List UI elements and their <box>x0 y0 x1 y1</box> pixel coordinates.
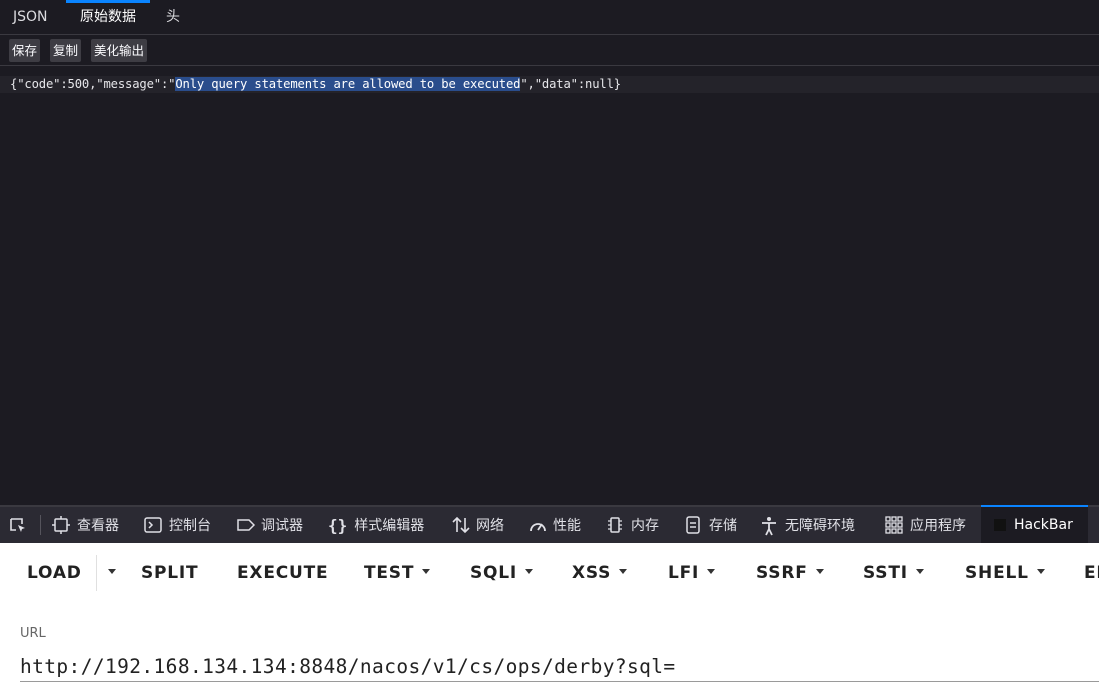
chevron-down-icon <box>619 568 628 574</box>
test-menu[interactable]: TEST <box>364 543 431 603</box>
ssti-menu[interactable]: SSTI <box>863 543 924 603</box>
tab-memory-label: 内存 <box>631 518 659 534</box>
xss-menu-label: XSS <box>572 563 612 583</box>
tab-storage-label: 存储 <box>709 518 737 534</box>
tab-inspector[interactable]: 查看器 <box>52 507 119 543</box>
chevron-down-icon <box>525 568 534 574</box>
execute-button[interactable]: EXECUTE <box>237 543 328 603</box>
encoding-menu[interactable]: EN <box>1084 543 1099 603</box>
chevron-down-icon <box>707 568 716 574</box>
raw-text-after: ","data":null} <box>520 77 621 91</box>
copy-button[interactable]: 复制 <box>50 39 82 62</box>
save-button[interactable]: 保存 <box>9 39 41 62</box>
tab-application-label: 应用程序 <box>910 518 966 534</box>
tab-performance[interactable]: 性能 <box>528 507 581 543</box>
xss-menu[interactable]: XSS <box>572 543 628 603</box>
tab-network[interactable]: 网络 <box>451 507 504 543</box>
grid-icon <box>885 516 903 534</box>
element-picker-icon <box>8 516 26 534</box>
tab-style-editor-label: 样式编辑器 <box>354 518 425 534</box>
element-picker-button[interactable] <box>8 507 34 543</box>
inspector-icon <box>52 516 70 534</box>
viewer-tab-bar: JSON 原始数据 头 <box>0 0 1099 35</box>
tab-accessibility-label: 无障碍环境 <box>785 518 855 534</box>
raw-text-selection: Only query statements are allowed to be … <box>175 77 521 91</box>
load-options-dropdown[interactable] <box>100 543 116 603</box>
tab-application[interactable]: 应用程序 <box>885 507 966 543</box>
raw-response-line: {"code":500,"message":"Only query statem… <box>0 76 1099 93</box>
chevron-down-icon <box>108 568 116 574</box>
accessibility-icon <box>760 516 778 536</box>
tab-accessibility[interactable]: 无障碍环境 <box>760 507 855 543</box>
url-label: URL <box>20 626 46 641</box>
storage-icon <box>684 516 702 534</box>
console-icon <box>144 516 162 534</box>
chevron-down-icon <box>422 568 431 574</box>
network-arrows-icon <box>451 516 470 534</box>
tab-json[interactable]: JSON <box>13 0 48 35</box>
tab-style-editor[interactable]: {} 样式编辑器 <box>328 507 424 543</box>
tab-memory[interactable]: 内存 <box>606 507 659 543</box>
viewer-toolbar: 保存 复制 美化输出 <box>0 36 1099 66</box>
chevron-down-icon <box>915 568 924 574</box>
lfi-menu[interactable]: LFI <box>668 543 716 603</box>
url-input[interactable] <box>20 651 1099 682</box>
load-button[interactable]: LOAD <box>27 543 82 603</box>
tab-debugger-label: 调试器 <box>261 518 303 534</box>
tab-performance-label: 性能 <box>553 518 581 534</box>
debugger-icon <box>236 516 256 534</box>
tab-storage[interactable]: 存储 <box>684 507 737 543</box>
pretty-print-button[interactable]: 美化输出 <box>91 39 148 62</box>
sqli-menu[interactable]: SQLI <box>470 543 534 603</box>
toolbar-separator <box>40 515 41 535</box>
ssti-menu-label: SSTI <box>863 563 908 583</box>
raw-text-before: {"code":500,"message":" <box>10 77 176 91</box>
devtools-tab-bar: 查看器 控制台 调试器 {} 样式编辑器 网络 性能 内存 存储 无障碍环境 应… <box>0 505 1099 543</box>
gauge-icon <box>528 516 546 534</box>
tab-raw-data[interactable]: 原始数据 <box>66 0 150 35</box>
braces-icon: {} <box>328 516 348 535</box>
chevron-down-icon <box>1036 568 1045 574</box>
tab-network-label: 网络 <box>476 518 504 534</box>
hackbar-panel: LOAD SPLIT EXECUTE TEST SQLI XSS LFI SSR… <box>0 543 1099 694</box>
split-button[interactable]: SPLIT <box>141 543 198 603</box>
sqli-menu-label: SQLI <box>470 563 518 583</box>
menu-divider <box>96 555 97 591</box>
tab-inspector-label: 查看器 <box>77 518 119 534</box>
tab-hackbar[interactable]: HackBar <box>981 505 1088 543</box>
lfi-menu-label: LFI <box>668 563 700 583</box>
hackbar-icon <box>993 518 1007 532</box>
memory-chip-icon <box>606 516 624 534</box>
ssrf-menu[interactable]: SSRF <box>756 543 824 603</box>
tab-console[interactable]: 控制台 <box>144 507 211 543</box>
shell-menu-label: SHELL <box>965 563 1029 583</box>
raw-response-text: {"code":500,"message":"Only query statem… <box>10 76 621 93</box>
tab-debugger[interactable]: 调试器 <box>236 507 303 543</box>
hackbar-menu: LOAD SPLIT EXECUTE TEST SQLI XSS LFI SSR… <box>0 543 1099 603</box>
tab-headers[interactable]: 头 <box>166 0 180 35</box>
shell-menu[interactable]: SHELL <box>965 543 1045 603</box>
test-menu-label: TEST <box>364 563 415 583</box>
tab-hackbar-label: HackBar <box>1014 517 1073 533</box>
ssrf-menu-label: SSRF <box>756 563 808 583</box>
tab-console-label: 控制台 <box>169 518 211 534</box>
chevron-down-icon <box>815 568 824 574</box>
